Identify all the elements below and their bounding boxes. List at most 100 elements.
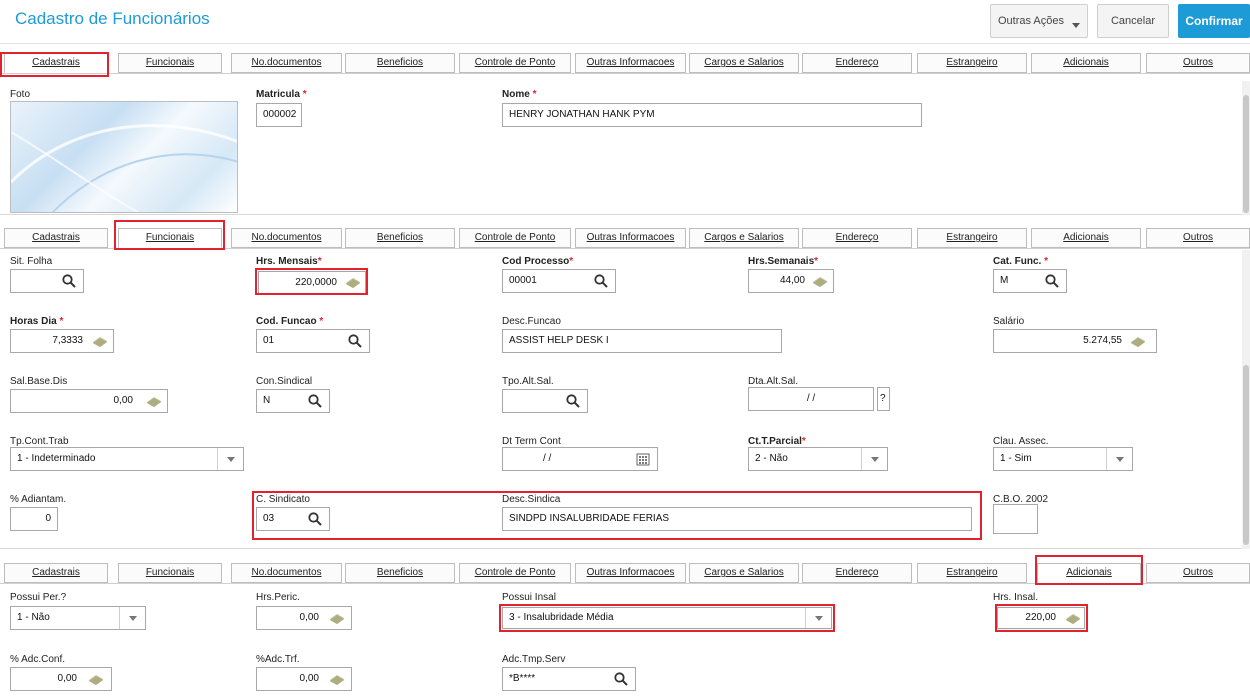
dta-alt-sal-help-button[interactable]: ?: [877, 387, 890, 411]
cancel-button[interactable]: Cancelar: [1097, 4, 1169, 38]
search-icon[interactable]: [1044, 273, 1060, 289]
possui-insal-select[interactable]: 3 - Insalubridade Média: [502, 607, 832, 629]
tab-cadastrais[interactable]: Cadastrais: [4, 563, 108, 583]
tab-beneficios[interactable]: Beneficios: [345, 563, 455, 583]
more-actions-label: Outras Ações: [997, 15, 1065, 27]
dropdown-arrow-icon[interactable]: [805, 608, 831, 628]
dt-term-cont-field[interactable]: / /: [502, 447, 658, 471]
tab-estrangeiro[interactable]: Estrangeiro: [917, 228, 1027, 248]
tab-controle-de-ponto[interactable]: Controle de Ponto: [459, 53, 571, 73]
calculator-icon[interactable]: [88, 671, 104, 687]
possui-per-select[interactable]: 1 - Não: [10, 606, 146, 630]
confirm-button[interactable]: Confirmar: [1178, 4, 1250, 38]
calculator-icon[interactable]: [329, 671, 345, 687]
tab-beneficios[interactable]: Beneficios: [345, 228, 455, 248]
tab-funcionais[interactable]: Funcionais: [118, 563, 222, 583]
tab-outras-informacoes[interactable]: Outras Informacoes: [575, 563, 686, 583]
sit-folha-field[interactable]: [10, 269, 84, 293]
scrollbar[interactable]: [1242, 81, 1250, 215]
tab-cargos-e-salarios[interactable]: Cargos e Salarios: [689, 563, 799, 583]
dropdown-arrow-icon[interactable]: [119, 607, 145, 629]
panel-adicionais: Possui Per.? 1 - Não Hrs.Peric. 0,00 Pos…: [0, 585, 1250, 699]
clau-assec-select[interactable]: 1 - Sim: [993, 447, 1133, 471]
search-icon[interactable]: [565, 393, 581, 409]
tpo-alt-sal-field[interactable]: [502, 389, 588, 413]
cod-processo-value: 00001: [509, 275, 537, 286]
ct-parcial-select[interactable]: 2 - Não: [748, 447, 888, 471]
tab-endereco[interactable]: Endereço: [802, 563, 912, 583]
tab-controle-de-ponto[interactable]: Controle de Ponto: [459, 228, 571, 248]
tab-cargos-e-salarios[interactable]: Cargos e Salarios: [689, 53, 799, 73]
calculator-icon[interactable]: [345, 274, 361, 290]
search-icon[interactable]: [593, 273, 609, 289]
calculator-icon[interactable]: [146, 393, 162, 409]
pct-adiantam-field[interactable]: 0: [10, 507, 58, 531]
possui-per-label: Possui Per.?: [10, 592, 67, 603]
cat-func-value: M: [1000, 275, 1009, 286]
tab-outros[interactable]: Outros: [1146, 53, 1250, 73]
tab-outros[interactable]: Outros: [1146, 563, 1250, 583]
desc-sindica-field[interactable]: SINDPD INSALUBRIDADE FERIAS: [502, 507, 972, 531]
search-icon[interactable]: [307, 511, 323, 527]
calculator-icon[interactable]: [1065, 610, 1081, 626]
con-sindical-field[interactable]: N: [256, 389, 330, 413]
search-icon[interactable]: [347, 333, 363, 349]
scrollbar-thumb[interactable]: [1243, 95, 1249, 213]
desc-funcao-field[interactable]: ASSIST HELP DESK I: [502, 329, 782, 353]
tab-adicionais[interactable]: Adicionais: [1031, 228, 1141, 248]
hrs-insal-label: Hrs. Insal.: [993, 592, 1039, 603]
tab-endereco[interactable]: Endereço: [802, 53, 912, 73]
tab-no-documentos[interactable]: No.documentos: [231, 228, 342, 248]
tab-beneficios[interactable]: Beneficios: [345, 53, 455, 73]
tp-cont-trab-select[interactable]: 1 - Indeterminado: [10, 447, 244, 471]
dta-alt-sal-field[interactable]: / /: [748, 387, 874, 411]
hrs-semanais-label: Hrs.Semanais*: [748, 256, 819, 267]
tab-endereco[interactable]: Endereço: [802, 228, 912, 248]
tab-outros[interactable]: Outros: [1146, 228, 1250, 248]
tab-adicionais[interactable]: Adicionais: [1031, 53, 1141, 73]
search-icon[interactable]: [61, 273, 77, 289]
tab-funcionais[interactable]: Funcionais: [118, 228, 222, 248]
cod-funcao-field[interactable]: 01: [256, 329, 370, 353]
matricula-field[interactable]: 000002: [256, 103, 302, 127]
tab-estrangeiro[interactable]: Estrangeiro: [917, 53, 1027, 73]
tab-no-documentos[interactable]: No.documentos: [231, 563, 342, 583]
search-icon[interactable]: [613, 671, 629, 687]
nome-field[interactable]: HENRY JONATHAN HANK PYM: [502, 103, 922, 127]
calculator-icon[interactable]: [1130, 333, 1146, 349]
c-sindicato-field[interactable]: 03: [256, 507, 330, 531]
scrollbar[interactable]: [1242, 250, 1250, 549]
tab-cargos-e-salarios[interactable]: Cargos e Salarios: [689, 228, 799, 248]
tab-cadastrais[interactable]: Cadastrais: [4, 228, 108, 248]
c-sindicato-label: C. Sindicato: [256, 494, 310, 505]
tab-estrangeiro[interactable]: Estrangeiro: [917, 563, 1027, 583]
tpo-alt-sal-label: Tpo.Alt.Sal.: [502, 376, 554, 387]
cat-func-field[interactable]: M: [993, 269, 1067, 293]
tab-adicionais[interactable]: Adicionais: [1037, 563, 1141, 583]
possui-insal-label: Possui Insal: [502, 592, 556, 603]
dropdown-arrow-icon[interactable]: [1106, 448, 1132, 470]
adc-tmp-serv-field[interactable]: *B****: [502, 667, 636, 691]
search-icon[interactable]: [307, 393, 323, 409]
cod-processo-label: Cod Processo*: [502, 256, 574, 267]
dropdown-arrow-icon[interactable]: [217, 448, 243, 470]
tab-no-documentos[interactable]: No.documentos: [231, 53, 342, 73]
tab-outras-informacoes[interactable]: Outras Informacoes: [575, 53, 686, 73]
con-sindical-label: Con.Sindical: [256, 376, 313, 387]
calculator-icon[interactable]: [92, 333, 108, 349]
scrollbar-thumb[interactable]: [1243, 365, 1249, 545]
tab-funcionais[interactable]: Funcionais: [118, 53, 222, 73]
cod-processo-field[interactable]: 00001: [502, 269, 616, 293]
sal-base-dis-field[interactable]: 0,00: [10, 389, 168, 413]
calculator-icon[interactable]: [812, 273, 828, 289]
more-actions-button[interactable]: Outras Ações: [990, 4, 1088, 38]
tab-controle-de-ponto[interactable]: Controle de Ponto: [459, 563, 571, 583]
matricula-label: Matricula *: [256, 89, 307, 100]
dropdown-arrow-icon[interactable]: [861, 448, 887, 470]
tab-outras-informacoes[interactable]: Outras Informacoes: [575, 228, 686, 248]
tab-cadastrais[interactable]: Cadastrais: [4, 53, 108, 73]
cbo-field[interactable]: [993, 504, 1038, 534]
calendar-icon[interactable]: [635, 451, 651, 467]
employee-photo[interactable]: [10, 101, 238, 213]
calculator-icon[interactable]: [329, 610, 345, 626]
